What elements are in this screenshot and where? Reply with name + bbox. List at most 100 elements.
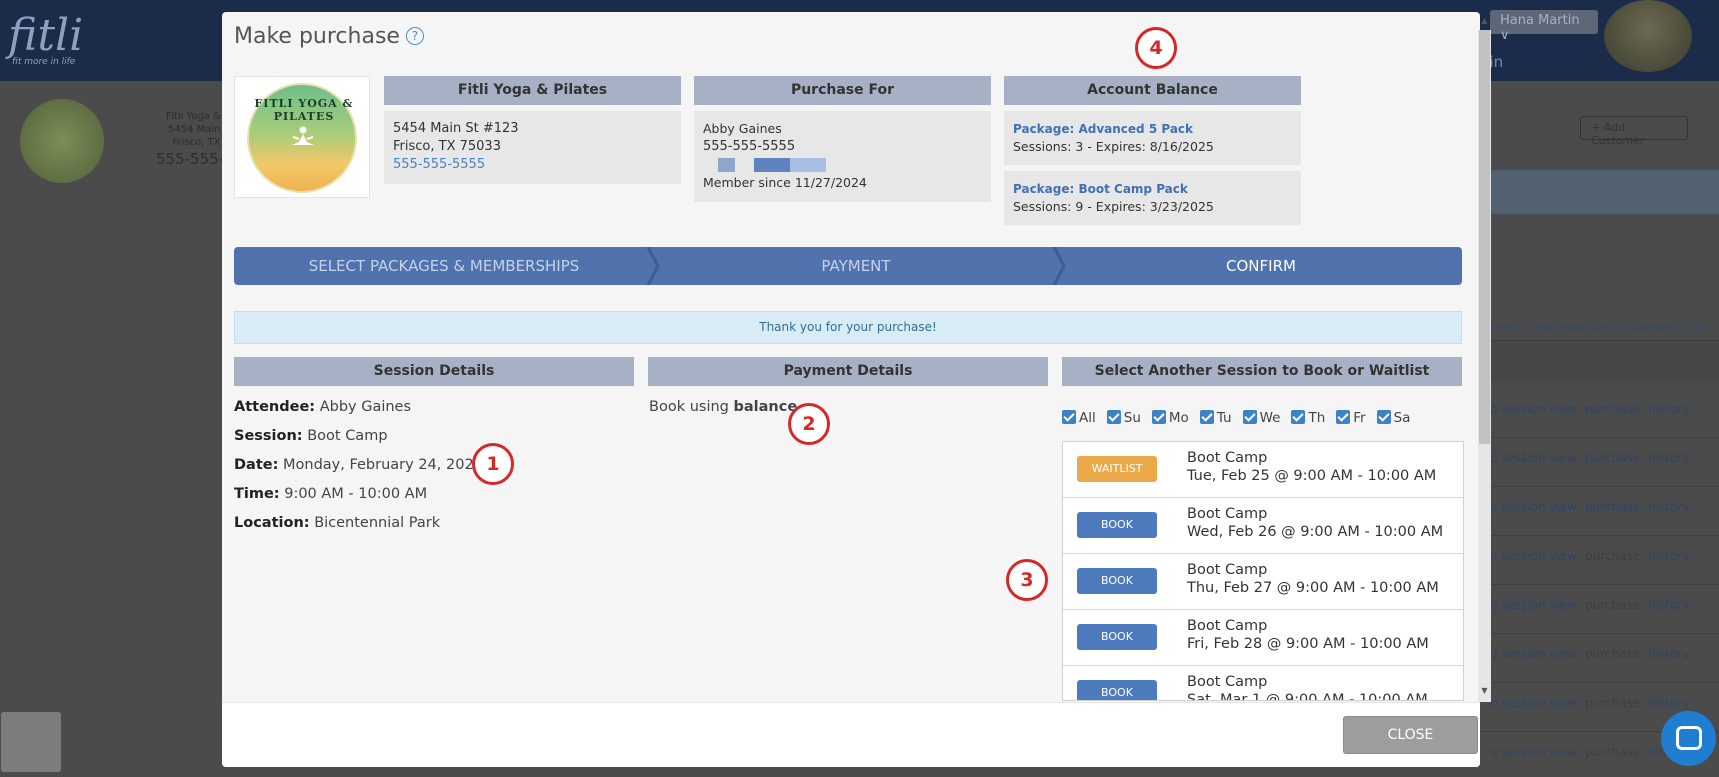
row-link[interactable]: o session view: [1490, 549, 1577, 563]
business-logo-bg: [20, 99, 104, 183]
waitlist-button[interactable]: WAITLIST: [1077, 456, 1157, 482]
business-phone-link[interactable]: 555-555-5555: [393, 156, 672, 174]
bg-text-line: 5454 Main S: [167, 124, 230, 135]
step-confirm[interactable]: CONFIRM: [1060, 247, 1462, 285]
package-detail: Sessions: 9 - Expires: 3/23/2025: [1013, 199, 1214, 214]
package-name-link[interactable]: Package: Advanced 5 Pack: [1013, 120, 1292, 138]
customer-row: o session view purchase history: [1478, 487, 1719, 536]
row-link[interactable]: o session view: [1490, 451, 1577, 465]
package-name-link[interactable]: Package: Boot Camp Pack: [1013, 180, 1292, 198]
callout-badge: 3: [1006, 559, 1048, 601]
user-menu[interactable]: Hana Martin ∨: [1490, 10, 1598, 43]
checkbox-checked-icon[interactable]: [1242, 410, 1257, 424]
row-link[interactable]: o session view: [1490, 745, 1577, 759]
balance-package: Package: Boot Camp Pack Sessions: 9 - Ex…: [1004, 171, 1301, 225]
checkbox-checked-icon[interactable]: [1376, 410, 1391, 424]
row-link[interactable]: purchase: [1585, 402, 1640, 416]
modal-title-text: Make purchase: [234, 24, 400, 49]
show-inactive-customers-link[interactable]: Show Inactive Customers (73): [1524, 321, 1705, 335]
row-link[interactable]: o session view: [1490, 500, 1577, 514]
session-time: Fri, Feb 28 @ 9:00 AM - 10:00 AM: [1187, 636, 1429, 652]
day-filter-th[interactable]: Th: [1291, 410, 1325, 426]
bg-text-line: Fitli Yoga & P: [165, 111, 230, 122]
business-info-bg: Fitli Yoga & P 5454 Main S Frisco, TX 7: [150, 110, 230, 149]
session-list-item: BOOK Boot Camp Fri, Feb 28 @ 9:00 AM - 10:…: [1063, 610, 1463, 666]
step-payment[interactable]: PAYMENT: [654, 247, 1058, 285]
session-name: Boot Camp: [1187, 450, 1268, 466]
date-value: Monday, February 24, 2025: [283, 457, 483, 473]
row-link[interactable]: o session view: [1490, 402, 1577, 416]
chevron-down-icon: ∨: [1500, 28, 1510, 43]
customer-row: o session view purchase history: [1478, 438, 1719, 487]
logo-text: FITLI YOGA & PILATES: [254, 97, 354, 123]
row-link[interactable]: purchase: [1585, 745, 1640, 759]
row-link[interactable]: history: [1648, 500, 1689, 514]
session-time: Sat, Mar 1 @ 9:00 AM - 10:00 AM: [1187, 692, 1428, 701]
book-button[interactable]: BOOK: [1077, 568, 1157, 594]
row-link[interactable]: purchase: [1585, 696, 1640, 710]
attendee-label: Attendee:: [234, 399, 316, 415]
user-name: Hana Martin: [1500, 13, 1580, 28]
checkbox-checked-icon[interactable]: [1336, 410, 1351, 424]
checkbox-checked-icon[interactable]: [1062, 410, 1076, 424]
meditation-figure-icon: [292, 126, 314, 145]
bg-info-band: [1478, 170, 1719, 214]
scroll-up-arrow-icon[interactable]: ▲: [1478, 14, 1491, 28]
help-icon[interactable]: ?: [405, 27, 424, 45]
row-link[interactable]: history: [1648, 696, 1689, 710]
row-link[interactable]: purchase: [1585, 598, 1640, 612]
callout-badge: 2: [788, 403, 830, 445]
book-button[interactable]: BOOK: [1077, 512, 1157, 538]
step-select-packages[interactable]: SELECT PACKAGES & MEMBERSHIPS: [234, 247, 654, 285]
day-filter-sa[interactable]: Sa: [1376, 410, 1410, 426]
checkbox-checked-icon[interactable]: [1291, 410, 1306, 424]
recaptcha-badge[interactable]: [1, 712, 61, 772]
day-filter-we[interactable]: We: [1242, 410, 1280, 426]
redacted-email: [703, 156, 982, 174]
row-link[interactable]: purchase: [1585, 647, 1640, 661]
customer-name: Abby Gaines: [703, 121, 782, 136]
row-link[interactable]: history: [1648, 402, 1689, 416]
day-filter-all[interactable]: All: [1062, 410, 1096, 426]
row-link[interactable]: history: [1648, 598, 1689, 612]
day-filter-label: Fr: [1353, 410, 1366, 426]
row-link[interactable]: o session view: [1490, 696, 1577, 710]
add-customer-button[interactable]: + Add Customer: [1580, 116, 1688, 147]
book-button[interactable]: BOOK: [1077, 680, 1157, 700]
business-logo: FITLI YOGA & PILATES: [234, 76, 370, 198]
row-link[interactable]: purchase: [1585, 549, 1640, 563]
row-link[interactable]: history: [1648, 549, 1689, 563]
payment-details-header: Payment Details: [648, 357, 1048, 386]
scroll-down-arrow-icon[interactable]: ▼: [1478, 684, 1491, 698]
customer-row: o session view purchase history: [1478, 389, 1719, 438]
member-since: Member since 11/27/2024: [703, 175, 867, 190]
row-link[interactable]: purchase: [1585, 451, 1640, 465]
book-button[interactable]: BOOK: [1077, 624, 1157, 650]
date-line: Date: Monday, February 24, 2025: [234, 457, 483, 473]
fitli-logo[interactable]: fitli: [8, 10, 83, 61]
day-filter-fr[interactable]: Fr: [1336, 410, 1366, 426]
business-card: Fitli Yoga & Pilates 5454 Main St #123 F…: [384, 76, 681, 184]
chat-icon[interactable]: [1661, 711, 1716, 766]
fitli-tagline: fit more in life: [12, 57, 76, 67]
modal-scrollbar-thumb[interactable]: [1479, 30, 1490, 444]
day-filter-mo[interactable]: Mo: [1151, 410, 1189, 426]
checkbox-checked-icon[interactable]: [1199, 410, 1214, 424]
day-filter-su[interactable]: Su: [1106, 410, 1141, 426]
checkbox-checked-icon[interactable]: [1106, 410, 1121, 424]
row-link[interactable]: purchase: [1585, 500, 1640, 514]
success-alert: Thank you for your purchase!: [234, 311, 1462, 344]
day-filter-tu[interactable]: Tu: [1199, 410, 1232, 426]
checkbox-checked-icon[interactable]: [1151, 410, 1166, 424]
row-link[interactable]: o session view: [1490, 647, 1577, 661]
row-link[interactable]: history: [1648, 647, 1689, 661]
time-value: 9:00 AM - 10:00 AM: [284, 486, 428, 502]
user-avatar[interactable]: [1604, 0, 1692, 72]
customer-row: o session view purchase history: [1478, 536, 1719, 585]
row-link[interactable]: history: [1648, 451, 1689, 465]
business-phone-bg: 555-555-: [156, 150, 225, 168]
row-link[interactable]: o session view: [1490, 598, 1577, 612]
day-filters: All Su Mo Tu We Th Fr Sa: [1062, 410, 1421, 426]
session-list-item: BOOK Boot Camp Thu, Feb 27 @ 9:00 AM - 10:…: [1063, 554, 1463, 610]
close-button[interactable]: CLOSE: [1343, 716, 1478, 754]
